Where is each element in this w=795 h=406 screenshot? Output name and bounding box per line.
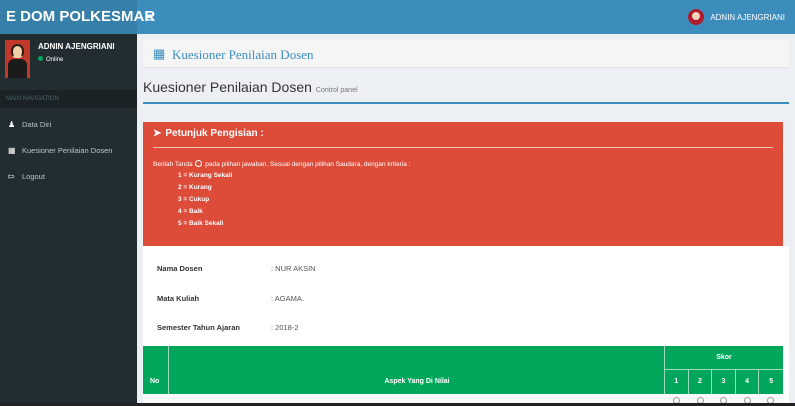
nav-header: MAIN NAVIGATION (0, 90, 137, 108)
megaphone-icon: ➤ (153, 128, 162, 139)
instructions-alert: ➤ Petunjuk Pengisian : Berilah Tanda pada… (143, 122, 783, 246)
page-title-text: Kuesioner Penilaian Dosen (143, 79, 312, 95)
sidebar-item-data-diri[interactable]: ♟ Data Diri (0, 114, 137, 136)
lecturer-info: Nama Dosen : NUR AKSIN Mata Kuliah : AGA… (143, 246, 789, 346)
hamburger-icon[interactable]: ≡ (145, 9, 153, 25)
criteria-item: 1 = Kurang Sekali (178, 172, 233, 179)
grid-icon: ▦ (153, 46, 166, 61)
status-indicator: Online (38, 56, 63, 63)
grid-icon: ▦ (8, 146, 16, 155)
instruction-text-after: pada pilihan jawaban. Sesuai dengan pili… (205, 161, 411, 168)
module-title: Kuesioner Penilaian Dosen (172, 47, 314, 62)
logout-icon: ⇰ (8, 172, 15, 181)
online-dot-icon (38, 56, 43, 61)
column-header-aspek: Aspek Yang Di Nilai (169, 346, 665, 394)
user-menu[interactable]: ADNIN AJENGRIANI (688, 8, 785, 26)
user-panel: ADNIN AJENGRIANI Online (5, 40, 135, 88)
sidebar-item-label: Kuesioner Penilaian Dosen (22, 146, 113, 155)
column-header-score-4: 4 (736, 370, 760, 394)
page-subtitle: Control panel (315, 87, 358, 94)
alert-heading: ➤ Petunjuk Pengisian : (153, 128, 264, 139)
info-label: Mata Kuliah (157, 294, 200, 303)
app-logo[interactable]: E DOM POLKESMAR (0, 0, 155, 34)
sidebar-item-label: Logout (22, 172, 45, 181)
criteria-item: 5 = Baik Sekali (178, 220, 224, 227)
column-header-score-1: 1 (665, 370, 689, 394)
criteria-item: 2 = Kurang (178, 184, 212, 191)
user-panel-name: ADNIN AJENGRIANI (38, 42, 115, 51)
user-menu-name: ADNIN AJENGRIANI (710, 12, 785, 22)
main-content: ▦ Kuesioner Penilaian Dosen Kuesioner Pe… (137, 34, 795, 406)
column-header-score-2: 2 (689, 370, 713, 394)
divider (143, 102, 789, 104)
instruction-text-before: Berilah Tanda (153, 161, 193, 168)
sidebar: ADNIN AJENGRIANI Online MAIN NAVIGATION … (0, 34, 137, 406)
sidebar-item-logout[interactable]: ⇰ Logout (0, 166, 137, 188)
user-icon: ♟ (8, 120, 16, 129)
column-header-skor: Skor (665, 346, 783, 370)
avatar (688, 9, 705, 25)
alert-heading-text: Petunjuk Pengisian : (165, 128, 264, 139)
module-header: ▦ Kuesioner Penilaian Dosen (143, 40, 789, 68)
column-header-no-text: No (150, 378, 160, 385)
info-label: Semester Tahun Ajaran (157, 323, 240, 332)
top-navbar: E DOM POLKESMAR ≡ ADNIN AJENGRIANI (0, 0, 795, 34)
page-title: Kuesioner Penilaian Dosen Control panel (143, 79, 358, 95)
column-header-no: No (143, 346, 169, 394)
info-value: : NUR AKSIN (271, 264, 316, 273)
alert-instruction: Berilah Tanda pada pilihan jawaban. Sesu… (153, 160, 411, 168)
divider (153, 147, 773, 148)
questionnaire-table: No Aspek Yang Di Nilai Skor 1 2 3 4 5 (143, 346, 789, 406)
criteria-item: 3 = Cukup (178, 196, 210, 203)
column-header-score-3: 3 (712, 370, 736, 394)
info-label: Nama Dosen (157, 264, 203, 273)
avatar (5, 40, 30, 78)
radio-circle-icon (195, 160, 203, 167)
sidebar-item-label: Data Diri (22, 120, 52, 129)
info-value: : 2018-2 (271, 323, 299, 332)
criteria-item: 4 = Baik (178, 208, 203, 215)
sidebar-item-kuesioner[interactable]: ▦ Kuesioner Penilaian Dosen (0, 140, 137, 162)
status-text: Online (46, 57, 64, 63)
table-header: No Aspek Yang Di Nilai Skor 1 2 3 4 5 (143, 346, 783, 394)
column-header-score-5: 5 (769, 378, 774, 385)
column-header-aspek-text: Aspek Yang Di Nilai (384, 378, 450, 385)
info-value: : AGAMA. (271, 294, 304, 303)
